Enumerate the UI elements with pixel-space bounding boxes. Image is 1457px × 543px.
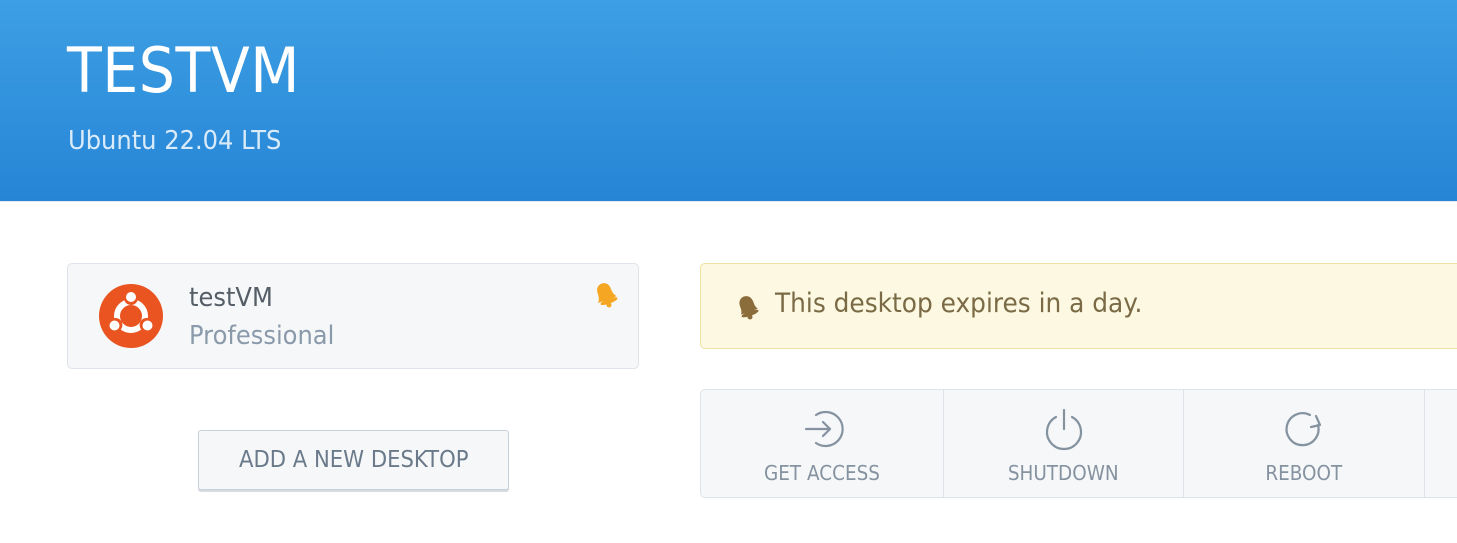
reload-icon <box>1285 412 1322 447</box>
desktop-actions-bar: GET ACCESS SHUTDOWN REBOOT <box>700 389 1457 498</box>
reboot-label: REBOOT <box>1265 461 1343 485</box>
os-subtitle: Ubuntu 22.04 LTS <box>68 126 282 156</box>
expiry-message: This desktop expires in a day. <box>775 288 1143 319</box>
page-title: TESTVM <box>67 34 300 107</box>
shutdown-button[interactable]: SHUTDOWN <box>944 390 1184 497</box>
ubuntu-logo-icon <box>99 284 163 348</box>
shutdown-label: SHUTDOWN <box>1008 461 1119 485</box>
login-arrow-icon <box>804 410 844 448</box>
get-access-label: GET ACCESS <box>764 461 880 485</box>
desktop-plan: Professional <box>189 321 335 351</box>
power-icon <box>1045 408 1083 451</box>
more-actions-button[interactable] <box>1425 390 1457 497</box>
bell-icon <box>597 283 618 308</box>
desktop-name: testVM <box>189 283 273 313</box>
reboot-button[interactable]: REBOOT <box>1184 390 1425 497</box>
desktop-card[interactable]: testVM Professional <box>67 263 639 369</box>
get-access-button[interactable]: GET ACCESS <box>701 390 944 497</box>
bell-icon <box>739 296 759 320</box>
add-new-desktop-label: ADD A NEW DESKTOP <box>238 447 469 473</box>
add-new-desktop-button[interactable]: ADD A NEW DESKTOP <box>198 430 509 490</box>
expiry-alert: This desktop expires in a day. <box>700 263 1457 349</box>
page-header: TESTVM Ubuntu 22.04 LTS <box>0 0 1457 202</box>
